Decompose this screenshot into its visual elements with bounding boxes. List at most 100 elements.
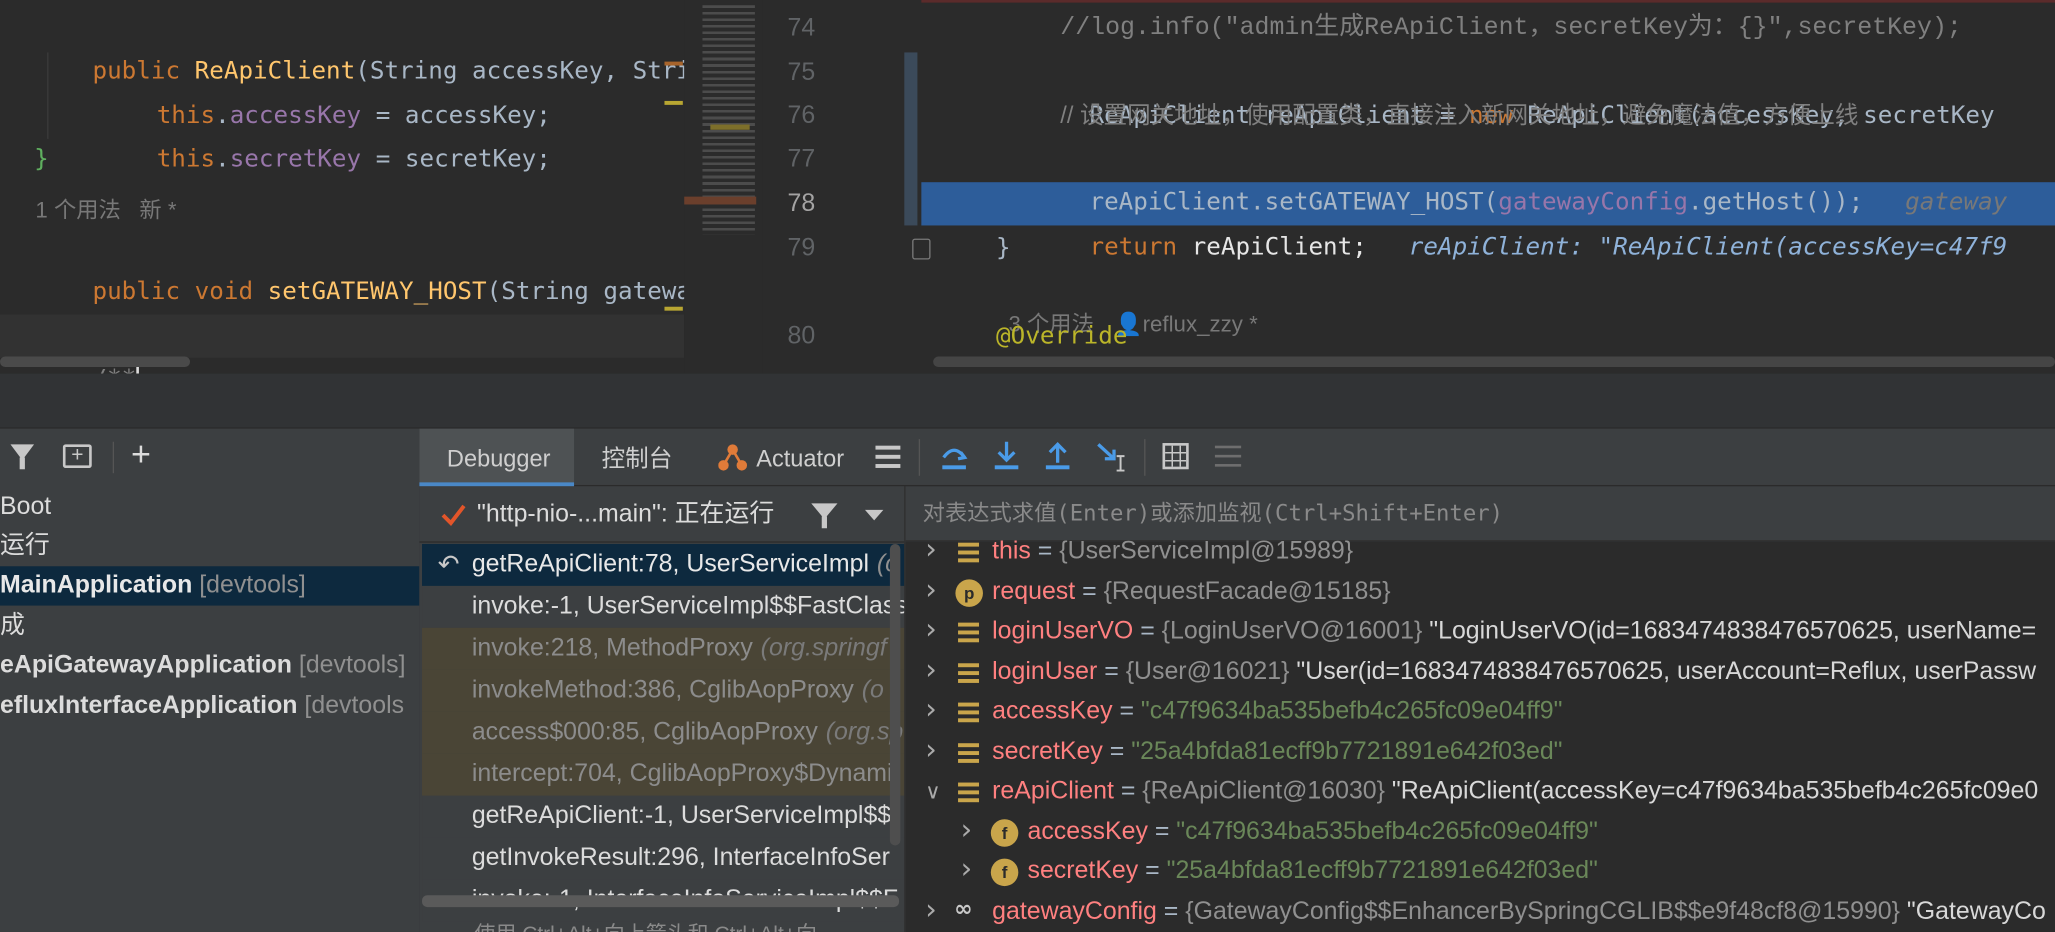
run-item-running[interactable]: 运行 — [0, 527, 50, 566]
step-out-icon[interactable] — [1043, 440, 1072, 471]
frames-vscroll[interactable] — [889, 543, 901, 846]
equals-sign: = — [1075, 577, 1104, 605]
frames-scrollbar[interactable] — [422, 895, 900, 908]
run-item-interface-application[interactable]: efluxInterfaceApplication [devtools — [0, 687, 404, 726]
variable-row[interactable]: secretKey = "25a4bfda81ecff9b7721891e642… — [992, 732, 1562, 771]
expand-chevron-icon[interactable]: › — [925, 735, 943, 764]
code-line: public ReApiClient(String accessKey, Str… — [34, 7, 691, 86]
expand-chevron-icon[interactable]: › — [925, 895, 943, 924]
stack-frame[interactable]: invoke:218, MethodProxy (org.springf — [422, 627, 905, 670]
variable-type: {GatewayConfig$$EnhancerBySpringCGLIB$$e… — [1185, 897, 1907, 925]
method-name: setGATEWAY_HOST — [267, 277, 487, 306]
author-hint[interactable]: reflux_zzy * — [1143, 312, 1258, 337]
minimap-change — [684, 196, 757, 205]
fold-icon[interactable] — [912, 238, 931, 260]
run-to-cursor-icon[interactable] — [1096, 440, 1127, 472]
variable-row[interactable]: accessKey = "c47f9634ba535befb4c265fc09e… — [992, 692, 1562, 731]
variable-type: {LoginUserVO@16001} — [1161, 617, 1430, 645]
variable-row[interactable]: reApiClient = {ReApiClient@16030} "ReApi… — [992, 772, 2038, 811]
variable-value: "User(id=1683474838476570625, userAccoun… — [1296, 657, 2037, 685]
expand-chevron-icon[interactable]: › — [925, 695, 943, 724]
code-line: return reApiClient; reApiClient: "ReApiCl… — [1060, 182, 2007, 261]
variable-row[interactable]: accessKey = "c47f9634ba535befb4c265fc09e… — [1028, 812, 1598, 851]
variable-name: request — [992, 577, 1076, 605]
layout-menu-icon[interactable] — [875, 445, 901, 468]
stack-frame[interactable]: intercept:704, CglibAopProxy$Dynami — [422, 753, 905, 796]
run-item-label: eApiGatewayApplication — [0, 651, 292, 679]
line-number: 77 — [787, 145, 816, 174]
stack-frame[interactable]: invoke:-1, UserServiceImpl$$FastClass — [422, 585, 905, 628]
stack-frame[interactable]: getInvokeResult:296, InterfaceInfoSer — [422, 837, 905, 880]
tab-console[interactable]: 控制台 — [602, 440, 673, 477]
thread-dropdown-chevron-icon[interactable] — [864, 509, 884, 521]
add-icon[interactable]: + — [131, 434, 151, 475]
actuator-icon — [718, 443, 748, 472]
line-number: 80 — [787, 322, 816, 350]
frame-method: getInvokeResult:296, InterfaceInfoSer — [471, 844, 890, 872]
expand-chevron-icon[interactable]: › — [961, 815, 979, 844]
line-number-current: 78 — [787, 190, 816, 218]
tab-actuator[interactable]: Actuator — [756, 440, 844, 477]
stack-frame[interactable]: getReApiClient:-1, UserServiceImpl$$I — [422, 795, 905, 838]
variable-row[interactable]: secretKey = "25a4bfda81ecff9b7721891e642… — [1028, 852, 1598, 891]
evaluate-expression-icon[interactable] — [1162, 443, 1189, 470]
usage-hint[interactable]: 1 个用法 新 * — [35, 191, 176, 224]
variable-value: "c47f9634ba535befb4c265fc09e04ff9" — [1176, 817, 1598, 845]
variable-value: "LoginUserVO(id=1683474838476570625, use… — [1429, 617, 2037, 645]
run-item-tag: [devtools] — [298, 651, 406, 679]
code-line: } — [996, 234, 1011, 263]
variable-value: "ReApiClient(accessKey=c47f9634ba535befb… — [1391, 777, 2039, 805]
variable-row[interactable]: loginUserVO = {LoginUserVO@16001} "Login… — [992, 612, 2036, 651]
code-text: reApiClient; — [1191, 233, 1367, 261]
frame-package: (o — [861, 676, 884, 704]
equals-sign: = — [1156, 897, 1186, 925]
code-line: @Override — [996, 322, 1128, 350]
inline-value-hint: reApiClient: "ReApiClient(accessKey=c47f… — [1408, 233, 2008, 261]
variable-row[interactable]: loginUser = {User@16021} "User(id=168347… — [992, 652, 2036, 691]
stack-frame[interactable]: access$000:85, CglibAopProxy (org.sp — [422, 711, 905, 754]
code-text: = secretKey; — [361, 145, 551, 174]
return-arrow-icon: ↶ — [437, 550, 460, 580]
line-number: 74 — [787, 14, 816, 42]
gutter-marker — [664, 61, 683, 66]
expand-chevron-icon[interactable]: › — [925, 655, 943, 684]
equals-sign: = — [1147, 817, 1177, 845]
toolbar-separator — [918, 439, 921, 476]
run-item-done[interactable]: 成 — [0, 607, 25, 646]
variable-value: "25a4bfda81ecff9b7721891e642f03ed" — [1166, 857, 1598, 885]
variable-row[interactable]: this = {UserServiceImpl@15989} — [992, 532, 1353, 571]
panel-divider[interactable] — [0, 373, 2055, 429]
trace-stream-icon[interactable] — [1214, 445, 1242, 467]
expand-chevron-icon[interactable]: › — [925, 535, 943, 564]
horizontal-scrollbar[interactable] — [0, 356, 191, 368]
left-editor[interactable]: public ReApiClient(String accessKey, Str… — [0, 0, 695, 374]
variable-row[interactable]: gatewayConfig = {GatewayConfig$$Enhancer… — [992, 892, 2046, 931]
thread-check-icon — [440, 502, 466, 528]
tab-debugger[interactable]: Debugger — [447, 440, 551, 477]
equals-sign: = — [1030, 537, 1060, 565]
horizontal-scrollbar[interactable] — [933, 356, 2055, 368]
frame-method: access$000:85, CglibAopProxy — [471, 718, 818, 746]
stack-frame[interactable]: invokeMethod:386, CglibAopProxy (o — [422, 669, 905, 712]
code-line: ReApiClient reApiClient = new ReApiClien… — [1060, 51, 1994, 130]
run-item-label: MainApplication — [0, 571, 193, 600]
step-over-icon[interactable] — [940, 440, 969, 471]
thread-selector[interactable]: "http-nio-...main": 正在运行 — [477, 498, 774, 532]
variable-value: "25a4bfda81ecff9b7721891e642f03ed" — [1131, 737, 1563, 765]
expand-chevron-icon[interactable]: › — [925, 575, 943, 604]
expand-chevron-icon[interactable]: › — [961, 855, 979, 884]
collapse-chevron-icon[interactable]: ∨ — [925, 779, 943, 804]
new-group-icon[interactable]: + — [62, 444, 92, 468]
stack-frame[interactable]: ↶ getReApiClient:78, UserServiceImpl (c — [422, 543, 905, 586]
run-item-boot[interactable]: Boot — [0, 488, 51, 527]
run-item-tag: [devtools — [304, 692, 405, 720]
run-item-main-application[interactable]: MainApplication [devtools] — [0, 566, 306, 605]
variable-name: gatewayConfig — [992, 897, 1157, 925]
run-item-gateway-application[interactable]: eApiGatewayApplication [devtools] — [0, 646, 405, 685]
variable-row[interactable]: request = {RequestFacade@15185} — [992, 572, 1390, 611]
expand-chevron-icon[interactable]: › — [925, 615, 943, 644]
minimap[interactable] — [684, 0, 763, 374]
step-into-icon[interactable] — [992, 440, 1021, 471]
run-item-tag: [devtools] — [199, 571, 306, 600]
equals-sign: = — [1138, 857, 1167, 885]
